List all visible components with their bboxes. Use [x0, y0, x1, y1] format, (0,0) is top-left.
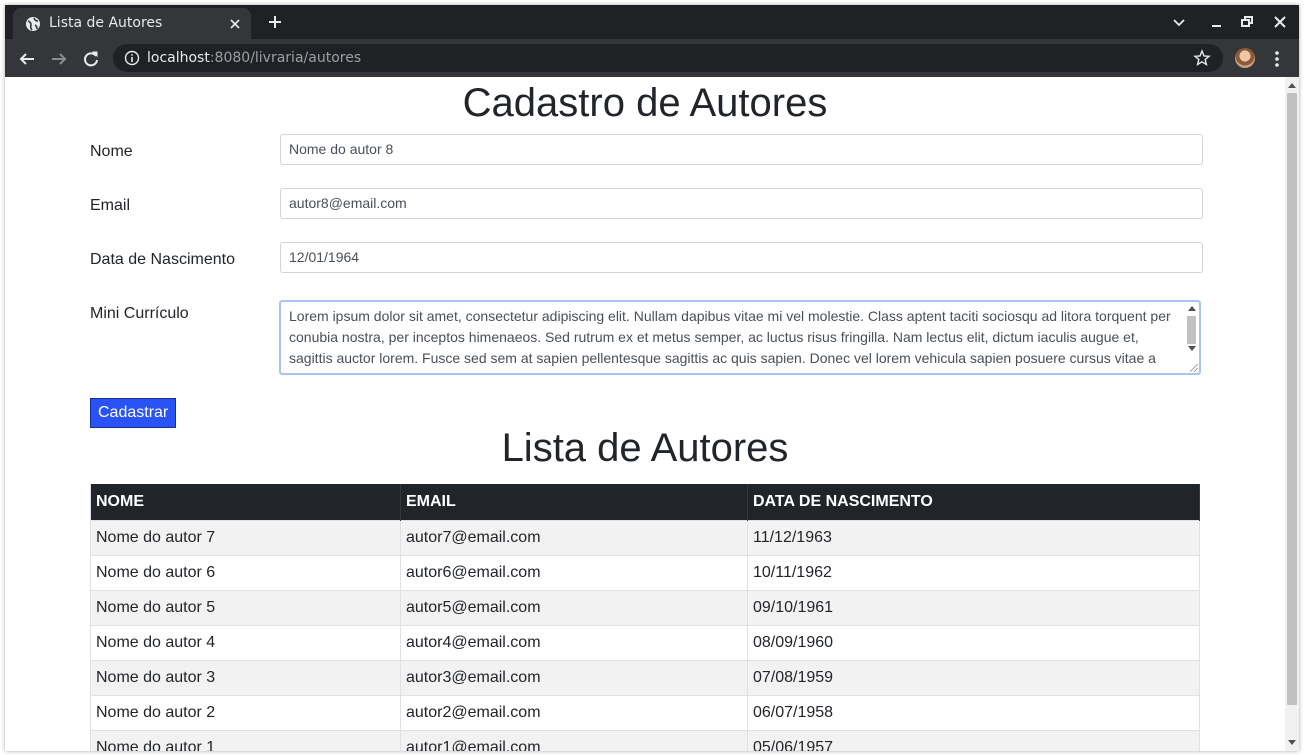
- cell-nome: Nome do autor 1: [90, 730, 401, 751]
- mini-curriculo-textarea[interactable]: Lorem ipsum dolor sit amet, consectetur …: [279, 300, 1201, 375]
- page-viewport: Cadastro de Autores Nome Nome do autor 8…: [5, 77, 1299, 751]
- cell-nome: Nome do autor 3: [90, 660, 401, 696]
- cell-data: 07/08/1959: [747, 660, 1200, 696]
- cell-nome: Nome do autor 2: [90, 695, 401, 731]
- table-header-row: NOME EMAIL DATA DE NASCIMENTO: [90, 484, 1200, 521]
- scroll-up-icon[interactable]: [1288, 83, 1296, 88]
- plus-icon[interactable]: [267, 14, 283, 30]
- cell-email: autor6@email.com: [400, 555, 748, 591]
- table-row: Nome do autor 5 autor5@email.com 09/10/1…: [90, 590, 1200, 626]
- email-input[interactable]: autor8@email.com: [280, 188, 1203, 219]
- textarea-scroll-thumb[interactable]: [1187, 316, 1196, 344]
- browser-tab[interactable]: Lista de Autores: [13, 8, 251, 39]
- cell-data: 08/09/1960: [747, 625, 1200, 661]
- cell-data: 05/06/1957: [747, 730, 1200, 751]
- page-scrollbar[interactable]: [1285, 77, 1299, 751]
- cell-nome: Nome do autor 4: [90, 625, 401, 661]
- info-icon[interactable]: [124, 50, 140, 66]
- browser-toolbar: localhost:8080/livraria/autores: [5, 39, 1299, 77]
- resize-handle-icon[interactable]: [1190, 364, 1198, 372]
- column-header-email: EMAIL: [400, 484, 748, 521]
- tab-title: Lista de Autores: [49, 15, 163, 31]
- chevron-down-icon[interactable]: [1171, 14, 1187, 30]
- nome-input[interactable]: Nome do autor 8: [280, 134, 1203, 165]
- cell-email: autor7@email.com: [400, 520, 748, 556]
- browser-window: Lista de Autores localhost:8080/livraria…: [5, 5, 1299, 751]
- table-row: Nome do autor 3 autor3@email.com 07/08/1…: [90, 660, 1200, 696]
- arrow-left-icon[interactable]: [18, 50, 36, 68]
- avatar[interactable]: [1235, 48, 1255, 68]
- nome-label: Nome: [90, 143, 133, 160]
- table-row: Nome do autor 2 autor2@email.com 06/07/1…: [90, 695, 1200, 731]
- cell-email: autor5@email.com: [400, 590, 748, 626]
- reload-icon[interactable]: [82, 50, 100, 68]
- cell-data: 06/07/1958: [747, 695, 1200, 731]
- cell-nome: Nome do autor 6: [90, 555, 401, 591]
- cell-email: autor3@email.com: [400, 660, 748, 696]
- textarea-scrollbar[interactable]: [1185, 302, 1199, 373]
- cell-data: 10/11/1962: [747, 555, 1200, 591]
- scroll-down-icon[interactable]: [1288, 740, 1296, 745]
- restore-icon[interactable]: [1239, 14, 1255, 30]
- arrow-right-icon[interactable]: [50, 50, 68, 68]
- table-row: Nome do autor 4 autor4@email.com 08/09/1…: [90, 625, 1200, 661]
- column-header-nome: NOME: [90, 484, 401, 521]
- tab-strip: Lista de Autores: [5, 5, 1299, 39]
- mini-curriculo-label: Mini Currículo: [90, 305, 189, 322]
- minimize-icon[interactable]: [1209, 14, 1225, 30]
- list-title: Lista de Autores: [501, 426, 789, 470]
- cell-nome: Nome do autor 7: [90, 520, 401, 556]
- close-window-icon[interactable]: [1272, 14, 1288, 30]
- table-row: Nome do autor 1 autor1@email.com 05/06/1…: [90, 730, 1200, 751]
- cell-data: 11/12/1963: [747, 520, 1200, 556]
- scroll-down-icon[interactable]: [1188, 346, 1196, 351]
- data-nascimento-input[interactable]: 12/01/1964: [280, 242, 1203, 273]
- cell-email: autor4@email.com: [400, 625, 748, 661]
- table-row: Nome do autor 6 autor6@email.com 10/11/1…: [90, 555, 1200, 591]
- cell-email: autor1@email.com: [400, 730, 748, 751]
- cell-data: 09/10/1961: [747, 590, 1200, 626]
- url-text: localhost:8080/livraria/autores: [147, 50, 361, 66]
- address-bar[interactable]: localhost:8080/livraria/autores: [113, 44, 1223, 72]
- star-icon[interactable]: [1193, 49, 1211, 67]
- column-header-data-nascimento: DATA DE NASCIMENTO: [747, 484, 1200, 521]
- scroll-up-icon[interactable]: [1188, 306, 1196, 311]
- mini-curriculo-text: Lorem ipsum dolor sit amet, consectetur …: [289, 308, 1171, 366]
- cell-email: autor2@email.com: [400, 695, 748, 731]
- url-host: localhost: [147, 50, 210, 66]
- page-title: Cadastro de Autores: [462, 81, 828, 125]
- cell-nome: Nome do autor 5: [90, 590, 401, 626]
- email-label: Email: [90, 197, 131, 214]
- cadastrar-button[interactable]: Cadastrar: [90, 398, 177, 428]
- authors-table: NOME EMAIL DATA DE NASCIMENTO Nome do au…: [90, 484, 1200, 751]
- url-path: :8080/livraria/autores: [209, 50, 362, 66]
- globe-icon: [26, 17, 40, 31]
- page-scroll-thumb[interactable]: [1287, 93, 1297, 705]
- kebab-menu-icon[interactable]: [1271, 50, 1283, 68]
- close-icon[interactable]: [227, 16, 243, 32]
- data-nascimento-label: Data de Nascimento: [90, 251, 235, 268]
- table-row: Nome do autor 7 autor7@email.com 11/12/1…: [90, 520, 1200, 556]
